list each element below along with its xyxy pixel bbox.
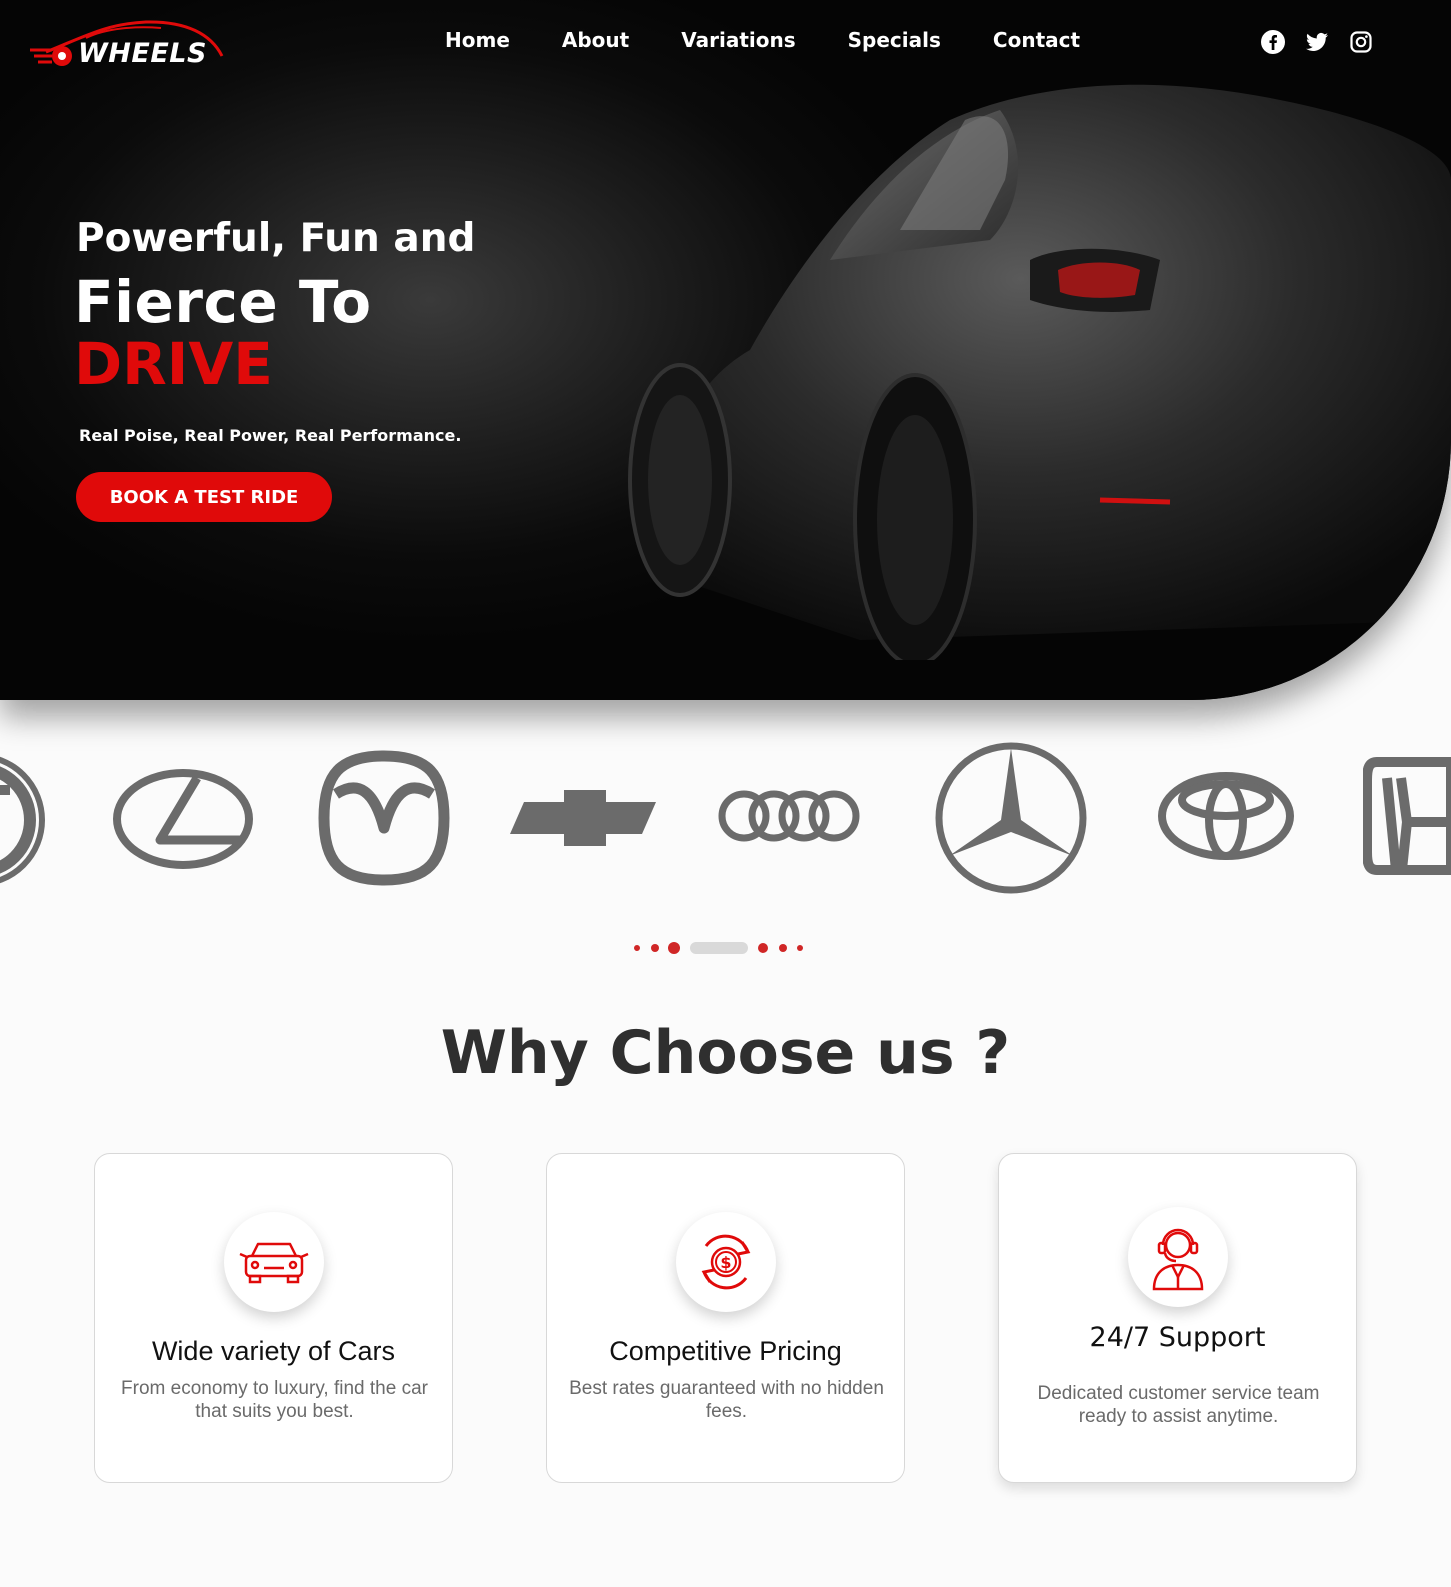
- car-icon: [224, 1212, 324, 1312]
- svg-text:$: $: [720, 1253, 731, 1272]
- nav-about[interactable]: About: [562, 28, 629, 52]
- carousel-dot-active[interactable]: [668, 942, 680, 954]
- main-nav: Home About Variations Specials Contact: [445, 28, 1132, 52]
- facebook-icon[interactable]: [1261, 30, 1285, 54]
- feature-card-support: 24/7 Support Dedicated customer service …: [998, 1153, 1357, 1483]
- hero-car-image: [560, 84, 1451, 700]
- social-links: [1261, 30, 1373, 54]
- nav-variations[interactable]: Variations: [681, 28, 795, 52]
- carousel-dot[interactable]: [758, 943, 768, 953]
- honda-logo[interactable]: [1363, 756, 1451, 876]
- carousel-dot[interactable]: [651, 944, 659, 952]
- feature-card-title: Wide variety of Cars: [151, 1336, 396, 1366]
- hero-section: WHEELS Home About Variations Specials Co…: [0, 0, 1451, 700]
- book-test-ride-button[interactable]: BOOK A TEST RIDE: [76, 472, 332, 522]
- hero-heading-line1: Powerful, Fun and: [76, 216, 476, 261]
- feature-card-title: Competitive Pricing: [609, 1336, 842, 1366]
- toyota-logo[interactable]: [1156, 770, 1296, 862]
- chevrolet-logo[interactable]: [510, 788, 656, 848]
- nav-home[interactable]: Home: [445, 28, 510, 52]
- why-choose-us-heading: Why Choose us ?: [440, 1018, 1011, 1088]
- hero-heading-line3: DRIVE: [74, 330, 273, 398]
- twitter-icon[interactable]: [1305, 30, 1329, 54]
- feature-card-desc: Dedicated customer service team ready to…: [1037, 1383, 1320, 1427]
- feature-card-variety: Wide variety of Cars From economy to lux…: [94, 1153, 453, 1483]
- feature-card-desc: From economy to luxury, find the car tha…: [121, 1378, 428, 1422]
- feature-card-title: 24/7 Support: [1089, 1322, 1266, 1353]
- hero-heading-line2: Fierce To: [74, 268, 372, 336]
- mercedes-logo[interactable]: [933, 740, 1089, 896]
- logo-text: WHEELS: [78, 38, 207, 69]
- brand-logo[interactable]: WHEELS: [26, 16, 236, 76]
- pricing-icon: $: [676, 1212, 776, 1312]
- lexus-logo[interactable]: [112, 768, 254, 870]
- carousel-indicators: [0, 938, 1451, 958]
- audi-logo[interactable]: [718, 788, 860, 844]
- brand-carousel: [0, 740, 1451, 910]
- feature-card-desc: Best rates guaranteed with no hidden fee…: [569, 1378, 884, 1422]
- support-icon: [1128, 1207, 1228, 1307]
- mazda-logo[interactable]: [318, 750, 450, 886]
- instagram-icon[interactable]: [1349, 30, 1373, 54]
- nav-specials[interactable]: Specials: [848, 28, 941, 52]
- nav-contact[interactable]: Contact: [993, 28, 1080, 52]
- hero-tagline: Real Poise, Real Power, Real Performance…: [79, 426, 462, 445]
- carousel-dot[interactable]: [797, 945, 803, 951]
- carousel-dot[interactable]: [634, 945, 640, 951]
- volkswagen-logo[interactable]: [0, 750, 50, 890]
- carousel-dot[interactable]: [779, 944, 787, 952]
- feature-card-pricing: $ Competitive Pricing Best rates guarant…: [546, 1153, 905, 1483]
- carousel-progress-pill[interactable]: [690, 942, 748, 954]
